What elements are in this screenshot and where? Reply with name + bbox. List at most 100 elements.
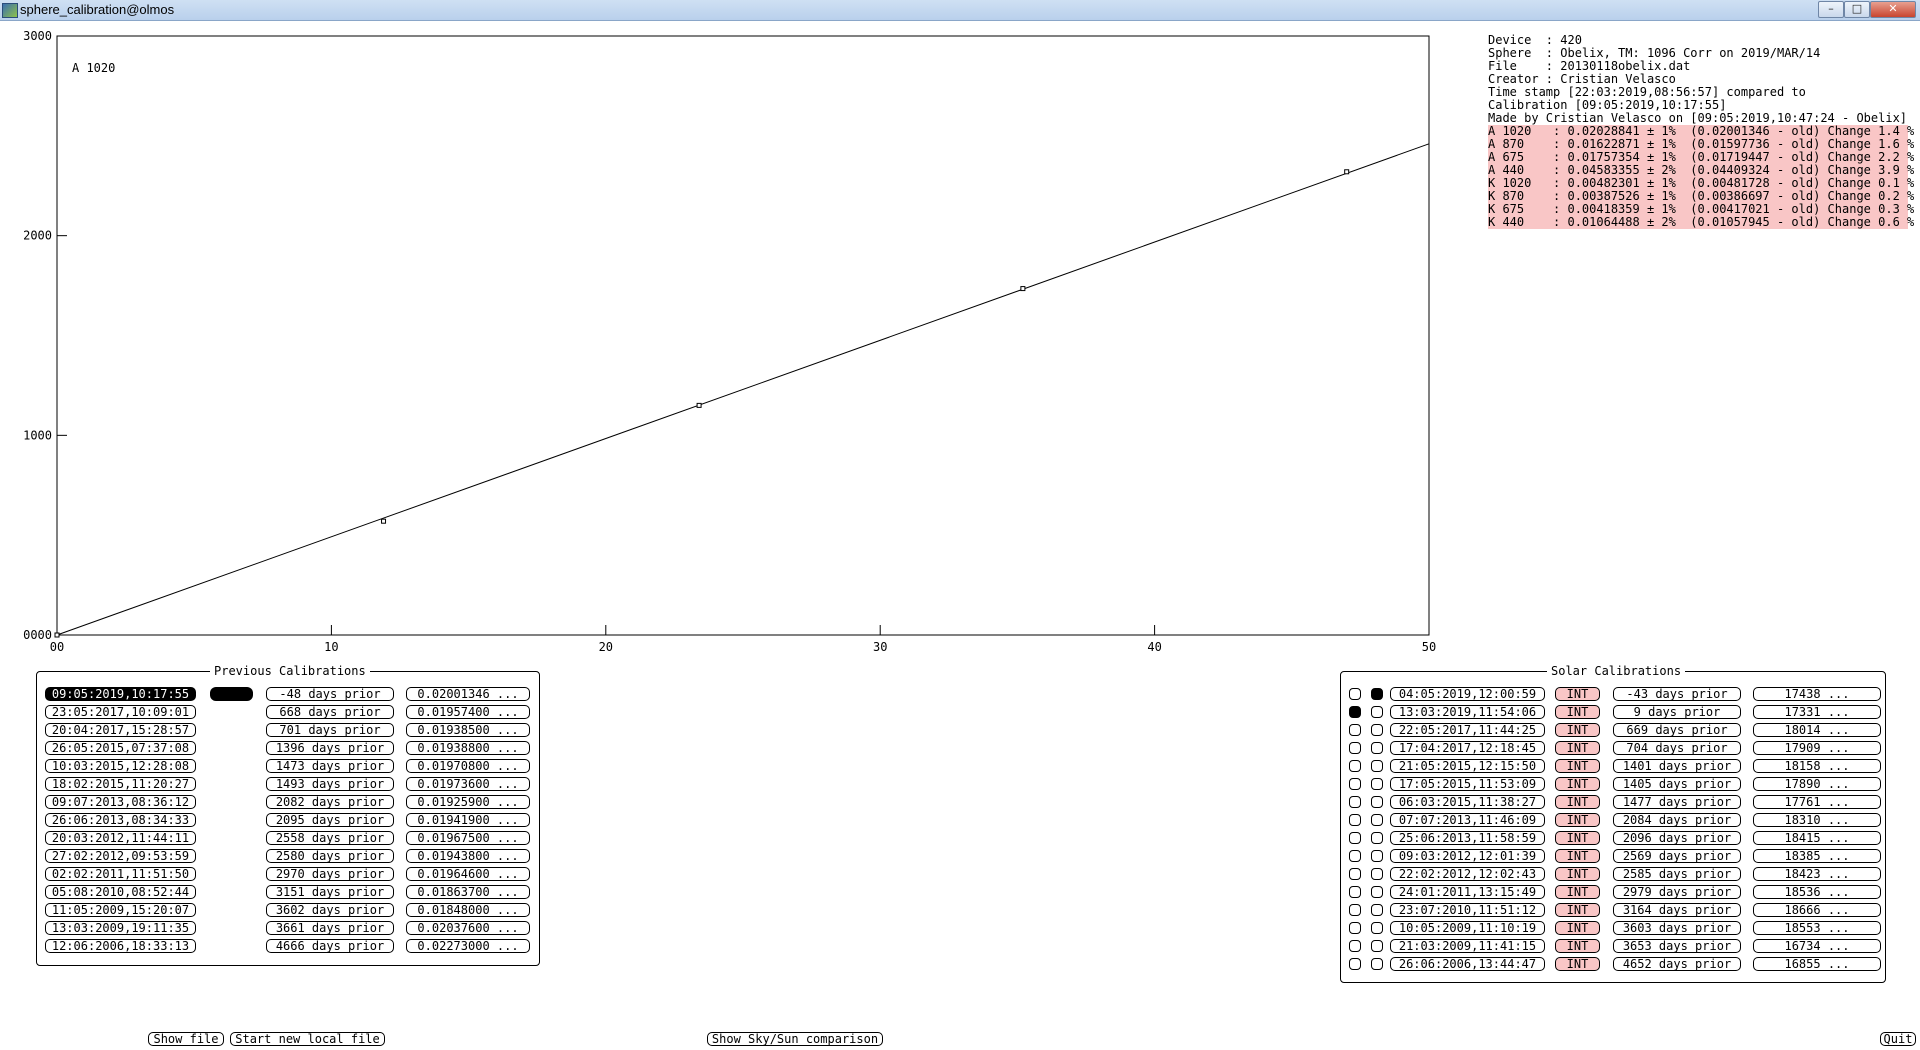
solar-date-button[interactable]: 21:03:2009,11:41:15 xyxy=(1390,939,1545,953)
int-button[interactable]: INT xyxy=(1555,849,1600,863)
calibration-date-button[interactable]: 13:03:2009,19:11:35 xyxy=(45,921,196,935)
select-checkbox-1[interactable] xyxy=(1349,760,1361,772)
calibration-value-button[interactable]: 0.01943800 ... xyxy=(406,849,530,863)
solar-date-button[interactable]: 21:05:2015,12:15:50 xyxy=(1390,759,1545,773)
select-checkbox-1[interactable] xyxy=(1349,850,1361,862)
select-checkbox-1[interactable] xyxy=(1349,706,1361,718)
select-checkbox-2[interactable] xyxy=(1371,796,1383,808)
calibration-value-button[interactable]: 0.02273000 ... xyxy=(406,939,530,953)
calibration-date-button[interactable]: 26:06:2013,08:34:33 xyxy=(45,813,196,827)
minimize-button[interactable]: – xyxy=(1818,1,1844,18)
calibration-value-button[interactable]: 0.02001346 ... xyxy=(406,687,530,701)
int-button[interactable]: INT xyxy=(1555,813,1600,827)
int-button[interactable]: INT xyxy=(1555,921,1600,935)
select-checkbox-1[interactable] xyxy=(1349,778,1361,790)
calibration-value-button[interactable]: 0.01967500 ... xyxy=(406,831,530,845)
calibration-date-button[interactable]: 20:03:2012,11:44:11 xyxy=(45,831,196,845)
select-checkbox-2[interactable] xyxy=(1371,904,1383,916)
calibration-value-button[interactable]: 0.01863700 ... xyxy=(406,885,530,899)
select-checkbox-1[interactable] xyxy=(1349,904,1361,916)
int-button[interactable]: INT xyxy=(1555,723,1600,737)
solar-date-button[interactable]: 17:04:2017,12:18:45 xyxy=(1390,741,1545,755)
calibration-value-button[interactable]: 0.01970800 ... xyxy=(406,759,530,773)
close-button[interactable]: ✕ xyxy=(1870,1,1916,18)
solar-date-button[interactable]: 17:05:2015,11:53:09 xyxy=(1390,777,1545,791)
solar-date-button[interactable]: 24:01:2011,13:15:49 xyxy=(1390,885,1545,899)
select-checkbox-2[interactable] xyxy=(1371,886,1383,898)
int-button[interactable]: INT xyxy=(1555,939,1600,953)
int-button[interactable]: INT xyxy=(1555,795,1600,809)
show-file-button[interactable]: Show file xyxy=(148,1032,224,1046)
solar-value-button[interactable]: 17331 ... xyxy=(1753,705,1881,719)
solar-value-button[interactable]: 16855 ... xyxy=(1753,957,1881,971)
solar-value-button[interactable]: 18385 ... xyxy=(1753,849,1881,863)
solar-date-button[interactable]: 23:07:2010,11:51:12 xyxy=(1390,903,1545,917)
solar-date-button[interactable]: 22:02:2012,12:02:43 xyxy=(1390,867,1545,881)
quit-button[interactable]: Quit xyxy=(1880,1032,1916,1046)
solar-value-button[interactable]: 16734 ... xyxy=(1753,939,1881,953)
calibration-date-button[interactable]: 20:04:2017,15:28:57 xyxy=(45,723,196,737)
int-button[interactable]: INT xyxy=(1555,885,1600,899)
solar-value-button[interactable]: 18014 ... xyxy=(1753,723,1881,737)
calibration-value-button[interactable]: 0.01973600 ... xyxy=(406,777,530,791)
int-button[interactable]: INT xyxy=(1555,687,1600,701)
select-checkbox-2[interactable] xyxy=(1371,724,1383,736)
select-checkbox-1[interactable] xyxy=(1349,742,1361,754)
calibration-date-button[interactable]: 11:05:2009,15:20:07 xyxy=(45,903,196,917)
select-checkbox-1[interactable] xyxy=(1349,922,1361,934)
int-button[interactable]: INT xyxy=(1555,903,1600,917)
calibration-date-button[interactable]: 10:03:2015,12:28:08 xyxy=(45,759,196,773)
solar-date-button[interactable]: 09:03:2012,12:01:39 xyxy=(1390,849,1545,863)
select-checkbox-2[interactable] xyxy=(1371,832,1383,844)
solar-date-button[interactable]: 25:06:2013,11:58:59 xyxy=(1390,831,1545,845)
select-checkbox-1[interactable] xyxy=(1349,868,1361,880)
calibration-value-button[interactable]: 0.01957400 ... xyxy=(406,705,530,719)
select-checkbox-2[interactable] xyxy=(1371,760,1383,772)
int-button[interactable]: INT xyxy=(1555,759,1600,773)
int-button[interactable]: INT xyxy=(1555,777,1600,791)
calibration-date-button[interactable]: 12:06:2006,18:33:13 xyxy=(45,939,196,953)
solar-value-button[interactable]: 17438 ... xyxy=(1753,687,1881,701)
calibration-value-button[interactable]: 0.01848000 ... xyxy=(406,903,530,917)
select-checkbox-1[interactable] xyxy=(1349,886,1361,898)
solar-value-button[interactable]: 18310 ... xyxy=(1753,813,1881,827)
solar-value-button[interactable]: 18553 ... xyxy=(1753,921,1881,935)
select-checkbox-2[interactable] xyxy=(1371,814,1383,826)
int-button[interactable]: INT xyxy=(1555,867,1600,881)
solar-value-button[interactable]: 18423 ... xyxy=(1753,867,1881,881)
solar-date-button[interactable]: 10:05:2009,11:10:19 xyxy=(1390,921,1545,935)
select-checkbox-2[interactable] xyxy=(1371,742,1383,754)
int-button[interactable]: INT xyxy=(1555,957,1600,971)
select-checkbox-2[interactable] xyxy=(1371,940,1383,952)
select-checkbox-2[interactable] xyxy=(1371,706,1383,718)
calibration-value-button[interactable]: 0.02037600 ... xyxy=(406,921,530,935)
start-new-local-file-button[interactable]: Start new local file xyxy=(230,1032,385,1046)
select-checkbox-1[interactable] xyxy=(1349,688,1361,700)
calibration-value-button[interactable]: 0.01925900 ... xyxy=(406,795,530,809)
solar-date-button[interactable]: 22:05:2017,11:44:25 xyxy=(1390,723,1545,737)
calibration-date-button[interactable]: 27:02:2012,09:53:59 xyxy=(45,849,196,863)
solar-value-button[interactable]: 18536 ... xyxy=(1753,885,1881,899)
select-checkbox-1[interactable] xyxy=(1349,832,1361,844)
calibration-value-button[interactable]: 0.01938800 ... xyxy=(406,741,530,755)
select-checkbox-2[interactable] xyxy=(1371,778,1383,790)
select-checkbox-2[interactable] xyxy=(1371,922,1383,934)
show-sky-sun-comparison-button[interactable]: Show Sky/Sun comparison xyxy=(707,1032,883,1046)
select-checkbox-2[interactable] xyxy=(1371,958,1383,970)
solar-date-button[interactable]: 13:03:2019,11:54:06 xyxy=(1390,705,1545,719)
calibration-date-button[interactable]: 02:02:2011,11:51:50 xyxy=(45,867,196,881)
select-checkbox-2[interactable] xyxy=(1371,850,1383,862)
select-checkbox-1[interactable] xyxy=(1349,814,1361,826)
solar-value-button[interactable]: 18415 ... xyxy=(1753,831,1881,845)
solar-value-button[interactable]: 17890 ... xyxy=(1753,777,1881,791)
solar-date-button[interactable]: 07:07:2013,11:46:09 xyxy=(1390,813,1545,827)
solar-value-button[interactable]: 18666 ... xyxy=(1753,903,1881,917)
solar-value-button[interactable]: 17761 ... xyxy=(1753,795,1881,809)
calibration-value-button[interactable]: 0.01941900 ... xyxy=(406,813,530,827)
select-checkbox-1[interactable] xyxy=(1349,724,1361,736)
calibration-value-button[interactable]: 0.01938500 ... xyxy=(406,723,530,737)
calibration-date-button[interactable]: 09:05:2019,10:17:55 xyxy=(45,687,196,701)
solar-value-button[interactable]: 18158 ... xyxy=(1753,759,1881,773)
select-checkbox-2[interactable] xyxy=(1371,868,1383,880)
solar-date-button[interactable]: 06:03:2015,11:38:27 xyxy=(1390,795,1545,809)
